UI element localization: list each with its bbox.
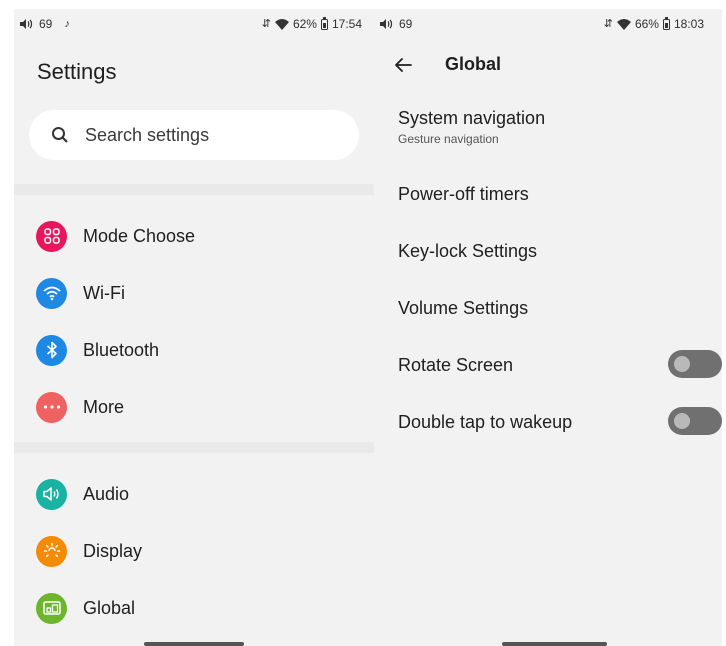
volume-icon bbox=[20, 19, 33, 29]
section-divider bbox=[14, 184, 374, 195]
menu-item-bluetooth[interactable]: Bluetooth bbox=[36, 333, 159, 367]
setting-volume[interactable]: Volume Settings bbox=[398, 298, 722, 319]
menu-label: Bluetooth bbox=[83, 339, 160, 360]
wifi-signal-icon bbox=[274, 18, 289, 30]
page-title: Global bbox=[445, 54, 502, 74]
setting-title: System navigation bbox=[398, 108, 546, 128]
search-placeholder: Search settings bbox=[85, 124, 210, 145]
menu-label: More bbox=[83, 396, 125, 417]
more-icon bbox=[36, 391, 67, 423]
grid-icon bbox=[36, 220, 67, 252]
clock: 18:03 bbox=[673, 17, 704, 31]
speaker-icon bbox=[36, 478, 67, 510]
wifi-signal-icon bbox=[616, 18, 631, 30]
double-tap-toggle[interactable] bbox=[668, 407, 722, 435]
setting-power-off-timers[interactable]: Power-off timers bbox=[398, 184, 722, 205]
menu-item-display[interactable]: Display bbox=[36, 534, 142, 568]
setting-key-lock[interactable]: Key-lock Settings bbox=[398, 241, 722, 262]
setting-title: Key-lock Settings bbox=[398, 241, 538, 261]
wifi-icon bbox=[36, 277, 67, 309]
volume-icon bbox=[380, 19, 393, 29]
page-title: Settings bbox=[37, 59, 117, 84]
bluetooth-icon bbox=[36, 334, 67, 366]
status-bar: 69 ♪ ⇵ 62% 17:54 bbox=[14, 9, 374, 39]
battery-percent: 66% bbox=[634, 17, 659, 31]
back-arrow-icon[interactable] bbox=[391, 53, 415, 77]
menu-item-more[interactable]: More bbox=[36, 390, 124, 424]
toggle-knob bbox=[674, 413, 690, 429]
volume-level: 69 bbox=[399, 17, 413, 31]
settings-screen: 69 ♪ ⇵ 62% 17:54 Settings Search setting… bbox=[14, 9, 374, 646]
battery-icon bbox=[320, 16, 328, 30]
data-arrows-icon: ⇵ bbox=[603, 18, 613, 30]
setting-title: Power-off timers bbox=[398, 184, 529, 204]
setting-system-navigation[interactable]: System navigation Gesture navigation bbox=[398, 108, 722, 146]
menu-label: Display bbox=[83, 540, 143, 561]
menu-item-mode-choose[interactable]: Mode Choose bbox=[36, 219, 195, 253]
home-gesture-bar[interactable] bbox=[144, 642, 244, 646]
menu-item-audio[interactable]: Audio bbox=[36, 477, 129, 511]
setting-title: Volume Settings bbox=[398, 298, 529, 318]
rotate-screen-toggle[interactable] bbox=[668, 350, 722, 378]
menu-label: Wi-Fi bbox=[83, 282, 125, 303]
home-gesture-bar[interactable] bbox=[502, 642, 607, 646]
status-bar: 69 ⇵ 66% 18:03 bbox=[374, 9, 722, 39]
battery-percent: 62% bbox=[292, 17, 317, 31]
search-icon bbox=[52, 127, 68, 143]
clock: 17:54 bbox=[331, 17, 362, 31]
menu-label: Audio bbox=[83, 483, 130, 504]
menu-label: Global bbox=[83, 597, 136, 618]
search-bar[interactable]: Search settings bbox=[29, 110, 359, 160]
global-settings-screen: 69 ⇵ 66% 18:03 Global System navigation … bbox=[374, 9, 722, 646]
battery-icon bbox=[662, 16, 670, 30]
data-arrows-icon: ⇵ bbox=[261, 18, 271, 30]
section-divider bbox=[14, 442, 374, 453]
menu-label: Mode Choose bbox=[83, 225, 196, 246]
toggle-knob bbox=[674, 356, 690, 372]
menu-item-global[interactable]: Global bbox=[36, 591, 135, 625]
notification-icon: ♪ bbox=[64, 18, 70, 30]
menu-item-wifi[interactable]: Wi-Fi bbox=[36, 276, 125, 310]
setting-subtitle: Gesture navigation bbox=[398, 132, 499, 146]
brightness-icon bbox=[36, 535, 67, 567]
volume-level: 69 bbox=[39, 17, 53, 31]
global-icon bbox=[36, 592, 67, 624]
